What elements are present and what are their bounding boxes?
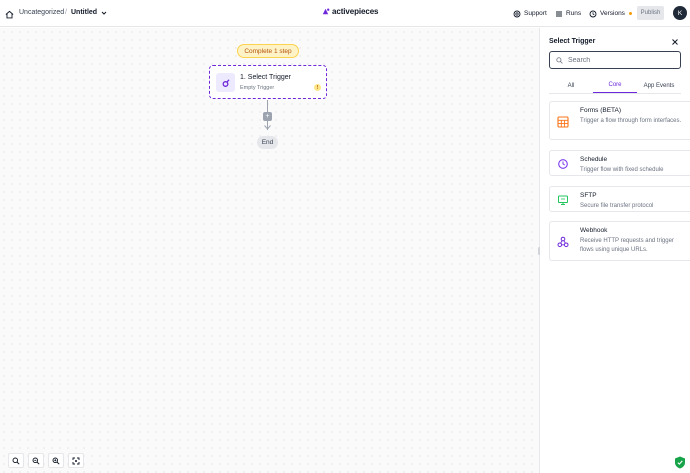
trigger-item-description: Trigger flow with fixed schedule — [580, 167, 664, 173]
zoom-in-icon — [32, 457, 40, 465]
forms-icon — [556, 115, 570, 129]
close-icon[interactable] — [670, 37, 679, 46]
support-button[interactable]: Support — [513, 7, 547, 20]
search-icon — [556, 56, 563, 64]
panel-title: Select Trigger — [549, 38, 596, 45]
logo: activepieces — [321, 7, 378, 16]
versions-label: Versions — [600, 10, 625, 17]
trigger-item-schedule[interactable]: Schedule Trigger flow with fixed schedul… — [549, 150, 690, 176]
schedule-icon — [556, 157, 570, 171]
fit-view-button[interactable] — [68, 453, 84, 468]
trigger-tabs: All Core App Events — [549, 78, 681, 94]
trigger-item-description: Trigger a flow through form interfaces. — [580, 118, 682, 124]
tab-app-events[interactable]: App Events — [637, 78, 681, 93]
webhook-icon — [556, 235, 570, 249]
tab-all[interactable]: All — [549, 78, 593, 93]
trigger-item-sftp[interactable]: SFTP Secure file transfer protocol — [549, 186, 690, 212]
trigger-item-forms[interactable]: Forms (BETA) Trigger a flow through form… — [549, 101, 690, 140]
trigger-step-node[interactable]: 1. Select Trigger Empty Trigger ! — [209, 65, 327, 99]
arrow-down-icon — [264, 125, 271, 130]
zoom-reset-button[interactable] — [48, 453, 64, 468]
search-input[interactable] — [568, 56, 668, 64]
trigger-item-title: Webhook — [580, 227, 608, 234]
publish-button[interactable]: Publish — [637, 6, 664, 20]
trigger-icon — [216, 73, 235, 92]
trigger-title: 1. Select Trigger — [240, 74, 291, 81]
warning-icon: ! — [314, 84, 321, 91]
canvas-controls — [8, 453, 84, 468]
avatar[interactable]: K — [673, 6, 687, 20]
zoom-reset-icon — [52, 457, 60, 465]
versions-button[interactable]: Versions — [589, 7, 632, 20]
breadcrumb-separator: / — [65, 9, 67, 16]
activepieces-logo-icon — [322, 8, 330, 15]
select-trigger-panel: Select Trigger All Core App Events Forms… — [540, 28, 690, 473]
zoom-out-button[interactable] — [8, 453, 24, 468]
top-bar: Uncategorized / Untitled activepieces Su… — [0, 0, 690, 27]
trigger-item-title: Forms (BETA) — [580, 107, 622, 114]
unpublished-dot — [628, 12, 632, 15]
support-icon — [513, 10, 521, 17]
sftp-icon — [556, 193, 570, 207]
support-label: Support — [524, 10, 547, 17]
trigger-item-description: Secure file transfer protocol — [580, 203, 654, 209]
add-step-button[interactable]: + — [263, 112, 272, 121]
trigger-item-webhook[interactable]: Webhook Receive HTTP requests and trigge… — [549, 221, 690, 261]
logo-text: activepieces — [332, 7, 379, 16]
trigger-subtitle: Empty Trigger — [240, 85, 275, 91]
fit-view-icon — [72, 457, 80, 464]
runs-button[interactable]: Runs — [555, 7, 581, 20]
breadcrumb-folder[interactable]: Uncategorized — [19, 9, 64, 16]
history-icon — [589, 10, 597, 17]
shield-check-icon[interactable] — [674, 456, 686, 469]
tab-core[interactable]: Core — [593, 78, 637, 93]
home-icon[interactable] — [3, 8, 15, 20]
zoom-in-button[interactable] — [28, 453, 44, 468]
search-box — [549, 51, 681, 69]
complete-steps-pill[interactable]: Complete 1 step — [237, 44, 299, 58]
flow-name[interactable]: Untitled — [71, 9, 97, 16]
chevron-down-icon[interactable] — [100, 9, 108, 17]
end-node: End — [257, 136, 278, 149]
runs-icon — [556, 11, 562, 16]
trigger-item-description: Receive HTTP requests and trigger flows … — [580, 238, 674, 253]
zoom-out-icon — [12, 457, 20, 465]
trigger-item-title: SFTP — [580, 192, 597, 199]
runs-label: Runs — [566, 10, 582, 17]
trigger-item-title: Schedule — [580, 156, 608, 163]
flow-canvas[interactable]: Complete 1 step 1. Select Trigger Empty … — [0, 28, 539, 473]
